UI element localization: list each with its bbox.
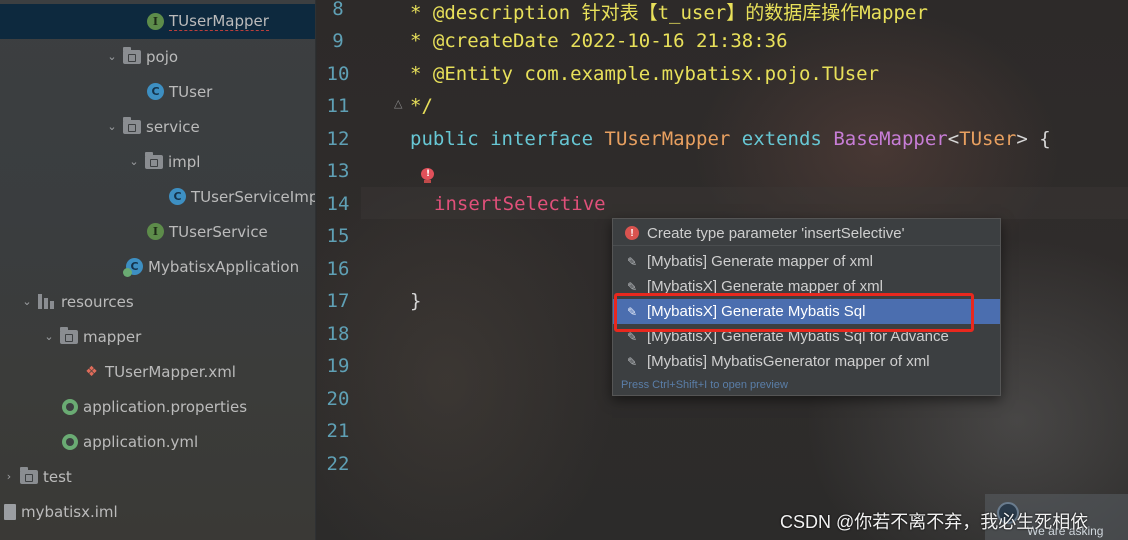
line-number: 10 bbox=[326, 63, 350, 85]
tree-item-label: TUserServiceImp bbox=[191, 187, 316, 206]
fold-marker-icon[interactable]: △ bbox=[394, 97, 402, 110]
spring-config-icon bbox=[62, 433, 78, 450]
tree-item-application-properties[interactable]: application.properties bbox=[0, 389, 315, 424]
tree-item-tuser[interactable]: C TUser bbox=[0, 74, 315, 109]
line-number: 19 bbox=[326, 355, 350, 377]
line-number: 21 bbox=[326, 420, 350, 442]
line-number: 15 bbox=[326, 225, 350, 247]
watermark: CSDN @你若不离不弃，我必生死相依 bbox=[780, 512, 1089, 532]
tree-item-label: mybatisx.iml bbox=[21, 502, 118, 521]
popup-item-mybatis-generator[interactable]: ✎ [Mybatis] MybatisGenerator mapper of x… bbox=[613, 349, 1000, 374]
tree-item-label: service bbox=[146, 117, 200, 136]
popup-item-label: Create type parameter 'insertSelective' bbox=[647, 224, 905, 242]
code-line-14: insertSelective bbox=[434, 193, 606, 215]
tree-item-label: resources bbox=[61, 292, 134, 311]
interface-icon: I bbox=[147, 223, 164, 240]
tree-item-mapper[interactable]: ⌄ mapper bbox=[0, 319, 315, 354]
error-bulb-icon: ! bbox=[625, 226, 639, 240]
package-icon bbox=[145, 151, 163, 169]
project-tree: I TUserMapper ⌄ pojo C TUser ⌄ service ⌄… bbox=[0, 0, 316, 540]
line-number: 20 bbox=[326, 388, 350, 410]
tree-item-label: application.properties bbox=[83, 397, 248, 416]
chevron-down-icon[interactable]: ⌄ bbox=[42, 330, 56, 344]
iml-file-icon bbox=[4, 503, 16, 520]
code-line-10: * @Entity com.example.mybatisx.pojo.TUse… bbox=[410, 63, 880, 85]
popup-item-label: [Mybatis] Generate mapper of xml bbox=[647, 253, 873, 270]
annotation-highlight-box bbox=[614, 293, 974, 332]
package-icon bbox=[123, 46, 141, 64]
line-number: 17 bbox=[326, 290, 350, 312]
tree-item-tusermapper[interactable]: I TUserMapper bbox=[0, 4, 315, 39]
code-line-17: } bbox=[410, 290, 422, 312]
tree-item-label: TUserService bbox=[169, 222, 268, 241]
folder-icon bbox=[20, 466, 38, 484]
tree-item-label: mapper bbox=[83, 327, 142, 346]
tree-item-mybatisx-iml[interactable]: mybatisx.iml bbox=[0, 494, 315, 529]
line-number: 9 bbox=[332, 30, 344, 52]
tree-item-impl[interactable]: ⌄ impl bbox=[0, 144, 315, 179]
spring-config-icon bbox=[62, 398, 78, 415]
tree-item-pojo[interactable]: ⌄ pojo bbox=[0, 39, 315, 74]
line-number: 13 bbox=[326, 160, 350, 182]
chevron-down-icon[interactable]: ⌄ bbox=[127, 155, 141, 169]
resources-folder-icon bbox=[38, 294, 56, 309]
line-number: 22 bbox=[326, 453, 350, 475]
line-number: 16 bbox=[326, 258, 350, 280]
tree-item-label: MybatisxApplication bbox=[148, 257, 300, 276]
folder-icon bbox=[60, 326, 78, 344]
tree-item-label: impl bbox=[168, 152, 201, 171]
tree-item-application-yml[interactable]: application.yml bbox=[0, 424, 315, 459]
tree-item-label: pojo bbox=[146, 47, 179, 66]
popup-item-mybatis-generate-mapper[interactable]: ✎ [Mybatis] Generate mapper of xml bbox=[613, 249, 1000, 274]
tree-item-resources[interactable]: ⌄ resources bbox=[0, 284, 315, 319]
class-icon: C bbox=[147, 83, 164, 100]
tree-item-label: TUser bbox=[169, 82, 213, 101]
popup-item-label: [Mybatis] MybatisGenerator mapper of xml bbox=[647, 353, 930, 370]
mybatis-xml-icon: ❖ bbox=[85, 363, 98, 380]
tree-item-label: test bbox=[43, 467, 72, 486]
tree-item-service[interactable]: ⌄ service bbox=[0, 109, 315, 144]
line-number: 11 bbox=[326, 95, 350, 117]
tree-item-label: TUserMapper.xml bbox=[105, 362, 236, 381]
popup-item-create-type-parameter[interactable]: ! Create type parameter 'insertSelective… bbox=[613, 221, 1000, 246]
line-number: 18 bbox=[326, 323, 350, 345]
code-line-9: * @createDate 2022-10-16 21:38:36 bbox=[410, 30, 788, 52]
code-line-8: * @description 针对表【t_user】的数据库操作Mapper bbox=[410, 2, 928, 24]
tree-item-test[interactable]: › test bbox=[0, 459, 315, 494]
tree-item-tuserservice[interactable]: I TUserService bbox=[0, 214, 315, 249]
chevron-down-icon[interactable]: ⌄ bbox=[20, 295, 34, 309]
code-line-12: public interface TUserMapper extends Bas… bbox=[410, 128, 1051, 150]
code-line-11: */ bbox=[410, 95, 433, 117]
class-icon: C bbox=[169, 188, 186, 205]
interface-icon: I bbox=[147, 13, 164, 30]
popup-hint: Press Ctrl+Shift+I to open preview bbox=[621, 379, 788, 391]
line-number: 8 bbox=[332, 0, 344, 20]
edit-icon: ✎ bbox=[626, 254, 638, 269]
tree-item-label: application.yml bbox=[83, 432, 199, 451]
tree-item-label: TUserMapper bbox=[169, 12, 269, 31]
line-number: 12 bbox=[326, 128, 350, 150]
edit-icon: ✎ bbox=[626, 354, 638, 369]
tree-item-tusermapper-xml[interactable]: ❖ TUserMapper.xml bbox=[0, 354, 315, 389]
error-bulb-icon[interactable]: ! bbox=[421, 168, 434, 183]
package-icon bbox=[123, 116, 141, 134]
chevron-down-icon[interactable]: ⌄ bbox=[105, 50, 119, 64]
line-number: 14 bbox=[326, 193, 350, 215]
edit-icon: ✎ bbox=[626, 279, 638, 294]
chevron-down-icon[interactable]: ⌄ bbox=[105, 120, 119, 134]
spring-class-icon: C bbox=[123, 258, 143, 277]
tree-item-tuserserviceimpl[interactable]: C TUserServiceImp bbox=[0, 179, 316, 214]
chevron-right-icon[interactable]: › bbox=[2, 470, 16, 484]
tree-item-mybatisxapplication[interactable]: C MybatisxApplication bbox=[0, 249, 315, 284]
